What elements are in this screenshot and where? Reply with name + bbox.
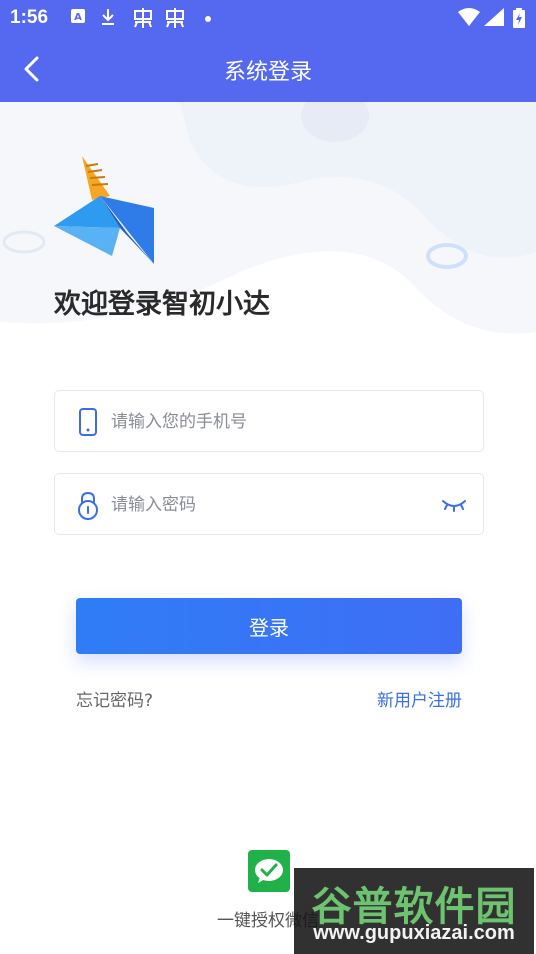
download-icon [100, 8, 116, 28]
wifi-icon [458, 8, 480, 28]
welcome-heading: 欢迎登录智初小达 [54, 289, 270, 320]
bug-icon [132, 8, 154, 28]
phone-field[interactable] [54, 390, 484, 452]
bug-icon [164, 8, 186, 28]
eye-closed-icon[interactable] [441, 496, 467, 514]
wechat-login-button[interactable] [248, 850, 290, 892]
dot-icon [204, 8, 212, 28]
watermark-url: www.gupuxiazai.com [313, 922, 515, 944]
register-link[interactable]: 新用户注册 [377, 686, 462, 711]
phone-input[interactable] [111, 409, 431, 435]
nav-bar: 系统登录 [0, 36, 536, 102]
password-field[interactable] [54, 473, 484, 535]
status-bar: 1:56 A [0, 0, 536, 36]
password-input[interactable] [111, 492, 431, 518]
phone-icon [79, 408, 97, 436]
wechat-icon [255, 859, 283, 883]
watermark: 谷普软件园 www.gupuxiazai.com [294, 868, 534, 954]
a-app-icon: A [70, 8, 86, 28]
battery-icon [512, 8, 526, 28]
lock-icon [78, 491, 98, 520]
page-title: 系统登录 [223, 60, 312, 85]
svg-text:A: A [74, 12, 82, 23]
app-logo [54, 156, 154, 264]
forgot-password-link[interactable]: 忘记密码? [76, 686, 153, 711]
status-time: 1:56 [10, 7, 49, 28]
signal-icon [484, 8, 504, 28]
login-button[interactable]: 登录 [76, 598, 462, 654]
